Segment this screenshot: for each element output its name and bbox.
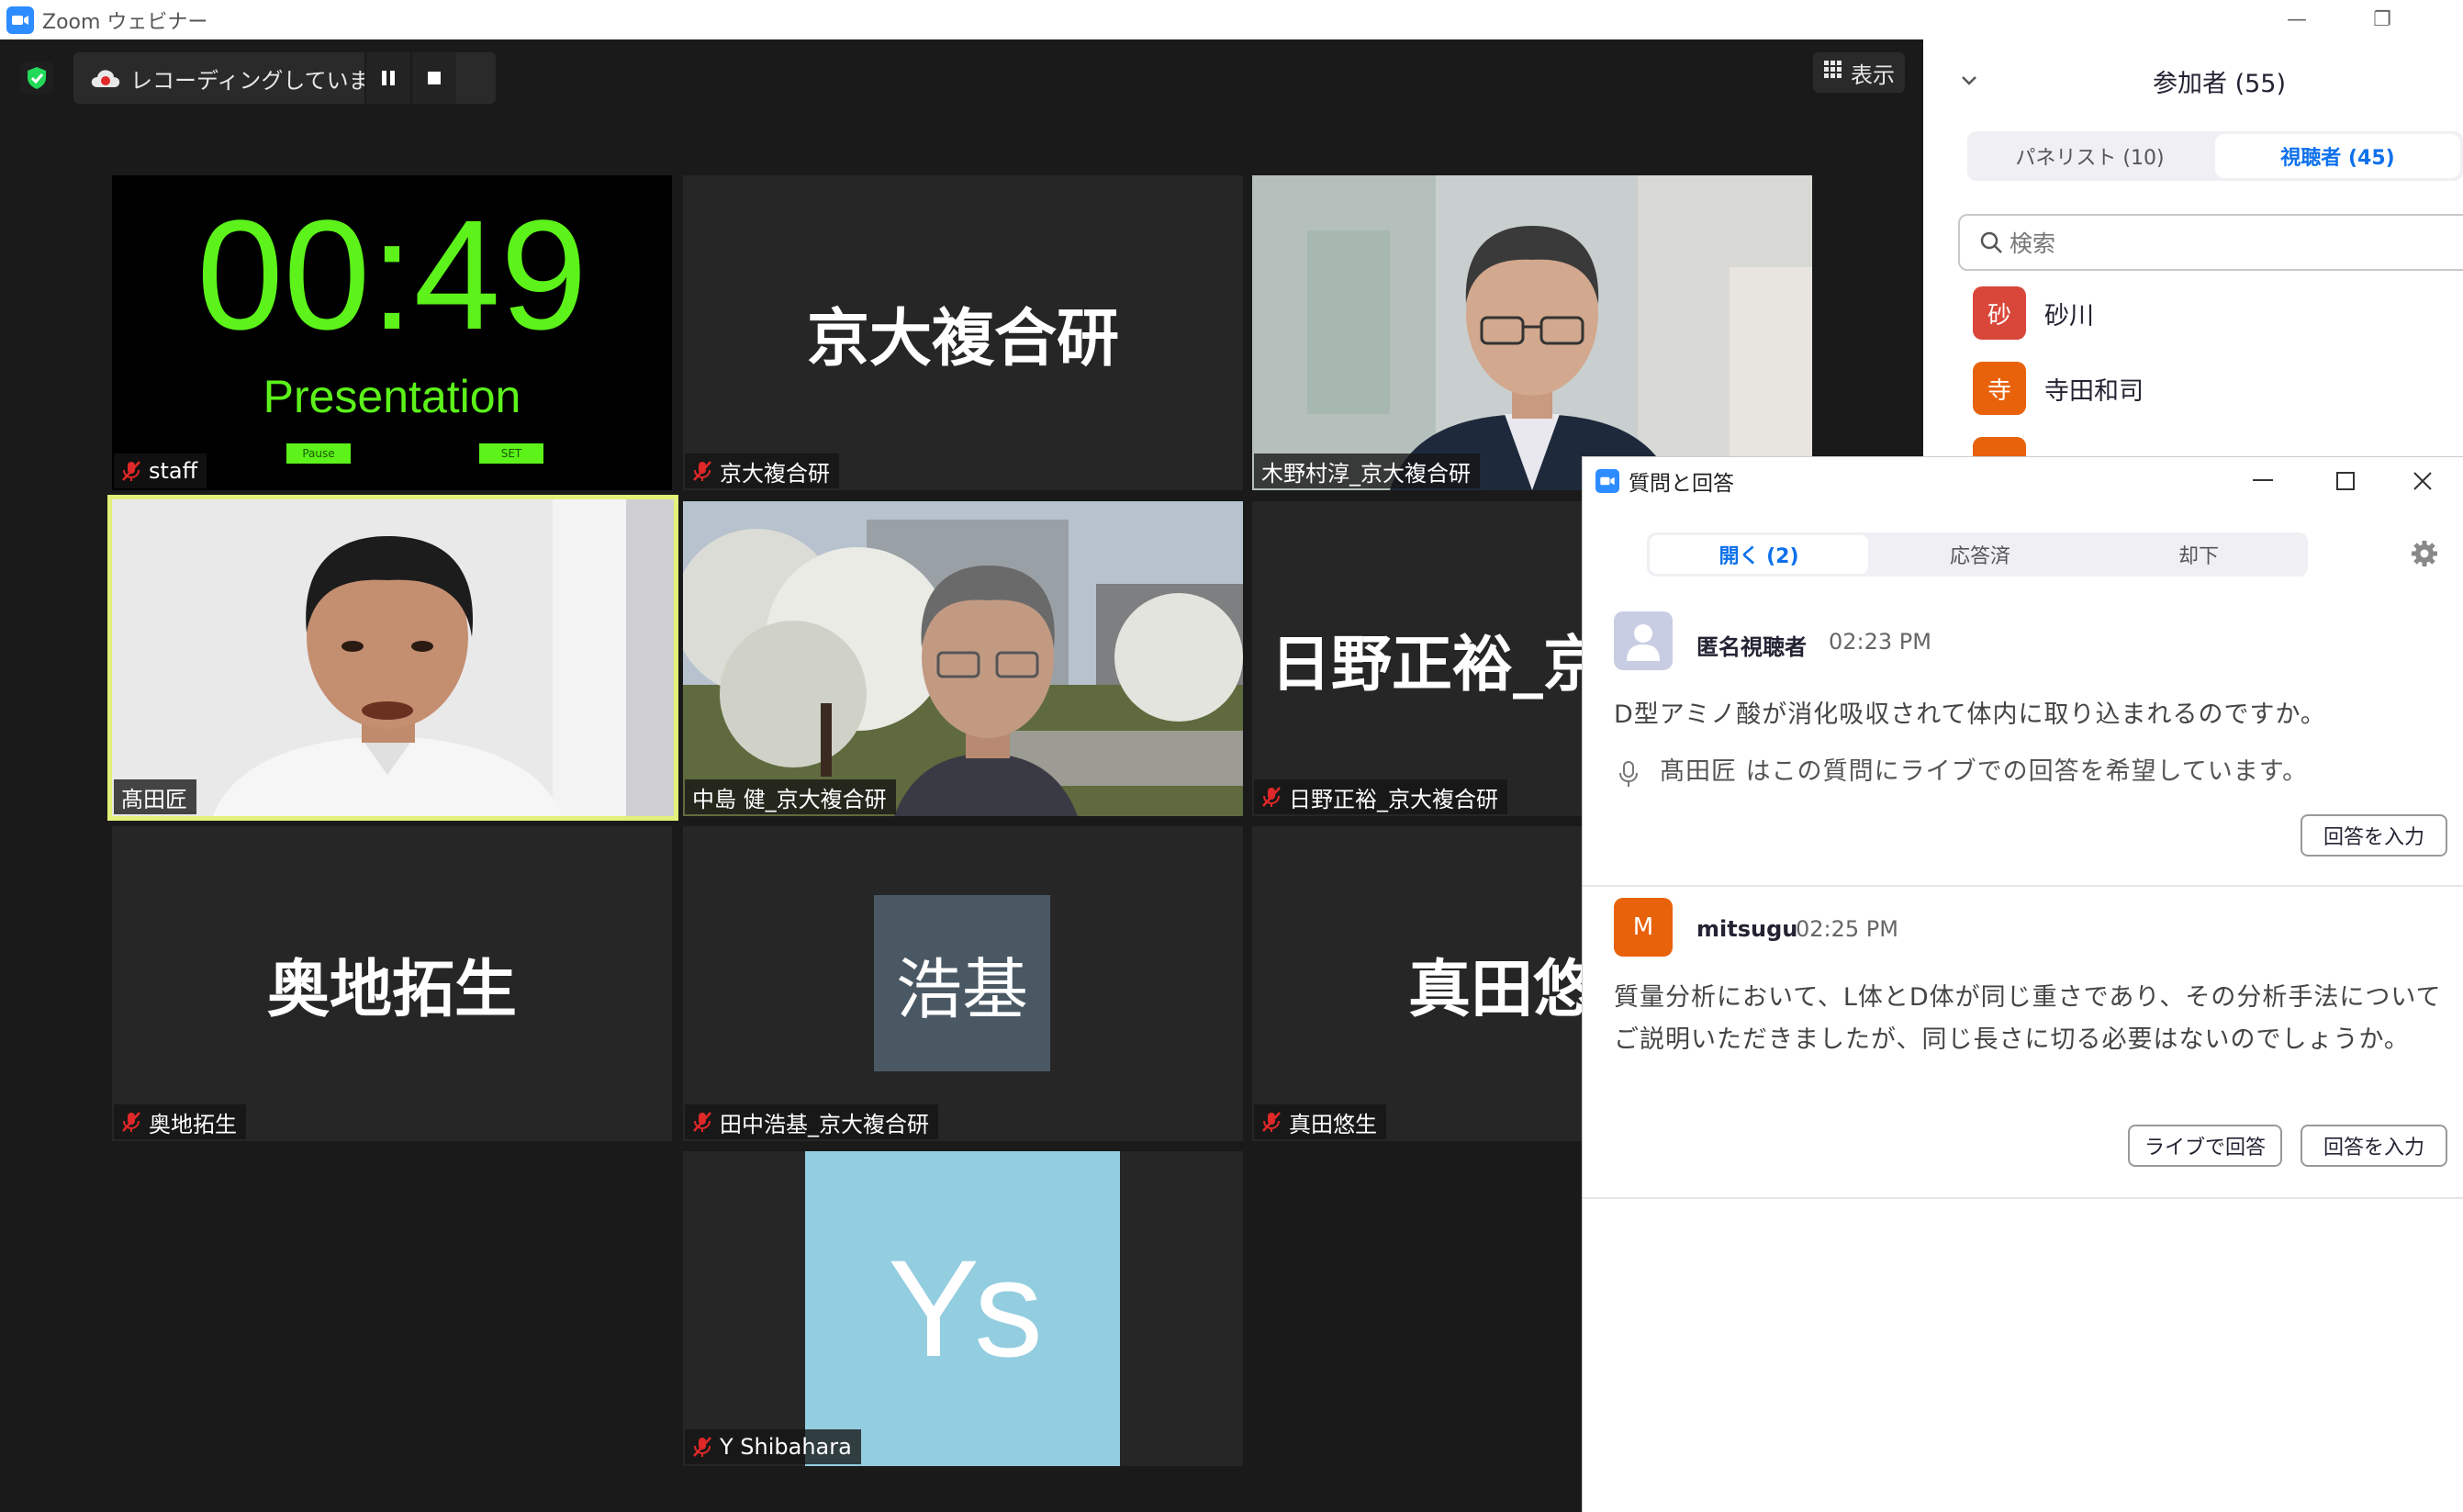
video-tile-staff[interactable]: 00:49 Presentation Pause SET staff [112,175,672,490]
video-tile-nakajima[interactable]: 中島 健_京大複合研 [683,501,1243,816]
participants-title: 参加者 (55) [2153,70,2287,98]
type-answer-button[interactable]: 回答を入力 [2301,814,2447,857]
mic-muted-icon [1262,787,1281,807]
question-text-line-2: ご説明いただきましたが、同じ長さに切る必要はないのでしょうか。 [1614,1025,2410,1054]
avatar: 砂 [1973,286,2026,340]
participant-row[interactable]: 砂 砂川 [1973,286,2094,341]
zoom-logo-icon [6,6,34,34]
qa-close-button[interactable] [2381,457,2463,505]
video-tile-tanaka[interactable]: 浩基 田中浩基_京大複合研 [683,826,1243,1141]
view-button-label: 表示 [1851,62,1895,88]
microphone-icon [1619,760,1638,791]
qa-tabs: 開く (2) 応答済 却下 [1647,532,2308,577]
avatar: 寺 [1973,362,2026,415]
restore-button[interactable]: ❐ [2345,0,2419,39]
avatar [1973,437,2026,457]
video-tile-kinomura[interactable]: 木野村淳_京大複合研 [1252,175,1812,490]
tab-answered[interactable]: 応答済 [1871,532,2089,577]
question-time: 02:23 PM [1829,629,1931,655]
qa-window: 質問と回答 開く (2) 応答済 却下 匿名視聴者 02:23 PM D型アミノ… [1582,456,2463,1512]
video-tile-okuchi[interactable]: 奥地拓生 奥地拓生 [112,826,672,1141]
tab-attendees[interactable]: 視聴者 (45) [2215,134,2460,178]
video-tile-kyoto[interactable]: 京大複合研 京大複合研 [683,175,1243,490]
tab-panelists[interactable]: パネリスト (10) [1967,131,2212,181]
video-tile-takada-active-speaker[interactable]: 髙田匠 [107,495,678,821]
participant-row[interactable]: 寺 寺田和司 [1973,361,2144,416]
participants-panel: 参加者 (55) パネリスト (10) 視聴者 (45) 検索 砂 砂川 寺 寺… [1923,39,2463,457]
grid-icon [1823,60,1843,85]
question-time: 02:25 PM [1796,916,1898,942]
search-placeholder: 検索 [2010,230,2056,257]
recording-bar: レコーディングしています... [73,52,496,104]
tab-dismissed[interactable]: 却下 [2089,532,2308,577]
tile-name-label: 真田悠生 [1254,1104,1386,1139]
minimize-button[interactable]: — [2260,0,2334,39]
tile-display-name: 奥地拓生 [266,954,517,1026]
timer-caption: Presentation [263,371,521,422]
tile-name-label: 奥地拓生 [114,1104,246,1139]
view-button[interactable]: 表示 [1813,52,1905,93]
participant-video-feed [112,499,674,816]
zoom-webinar-window: Zoom ウェビナー — ❐ レコーディングしています... 表示 [0,0,2463,1512]
title-bar: Zoom ウェビナー — ❐ [0,0,2463,39]
avatar: M [1614,898,1673,957]
window-title: Zoom ウェビナー [42,10,208,34]
mic-muted-icon [693,1112,711,1132]
participant-video-feed [1252,175,1812,490]
recording-status: レコーディングしています... [130,67,364,94]
gear-icon[interactable] [2409,538,2440,569]
question-text-line-1: 質量分析において、L体とD体が同じ重さであり、その分析手法について [1614,983,2442,1012]
qa-maximize-button[interactable] [2304,457,2387,505]
timer-display: 00:49 [196,188,588,363]
participant-search-input[interactable]: 検索 [1958,214,2463,271]
qa-minimize-button[interactable] [2222,457,2304,505]
avatar: 浩基 [874,895,1050,1071]
cloud-record-icon [90,66,121,90]
participant-video-feed [683,501,1243,816]
tile-name-label: 田中浩基_京大複合研 [685,1104,938,1139]
mic-muted-icon [693,1437,711,1457]
divider [1583,885,2463,887]
collapse-chevron-icon[interactable] [1960,69,1978,92]
mic-muted-icon [693,461,711,481]
video-tile-shibahara[interactable]: Ys Y Shibahara [683,1151,1243,1466]
answer-live-button[interactable]: ライブで回答 [2128,1125,2282,1167]
participant-name: 砂川 [2044,301,2094,330]
live-answer-request: 髙田匠 はこの質問にライブでの回答を希望しています。 [1660,757,2309,786]
type-answer-button[interactable]: 回答を入力 [2301,1125,2447,1167]
tile-display-name: 京大複合研 [806,303,1119,375]
qa-title: 質問と回答 [1629,472,1734,496]
avatar: Ys [805,1151,1120,1466]
tile-name-label: staff [114,454,207,488]
participant-name: 寺田和司 [2044,376,2144,406]
stop-recording-button[interactable] [410,52,456,104]
question-author: mitsugu [1696,916,1798,942]
mic-muted-icon [122,461,140,481]
participants-tabs: パネリスト (10) 視聴者 (45) [1967,131,2463,181]
anonymous-user-icon [1614,611,1673,670]
tile-name-label: 京大複合研 [685,454,839,488]
mic-muted-icon [1262,1112,1281,1132]
tile-name-label: 中島 健_京大複合研 [685,779,896,814]
tab-open[interactable]: 開く (2) [1650,535,1868,574]
tile-name-label: 木野村淳_京大複合研 [1254,454,1480,488]
timer-pause-button: Pause [286,443,351,464]
tile-name-label: 日野正裕_京大複合研 [1254,779,1507,814]
tile-name-label: Y Shibahara [685,1429,861,1464]
zoom-logo-icon [1595,469,1619,493]
pause-recording-button[interactable] [364,52,410,104]
qa-title-bar: 質問と回答 [1583,457,2463,505]
mic-muted-icon [122,1112,140,1132]
question-text: D型アミノ酸が消化吸収されて体内に取り込まれるのですか。 [1614,700,2326,729]
question-author: 匿名視聴者 [1696,634,1807,660]
search-icon [1980,231,2002,253]
timer-set-button: SET [479,443,543,464]
tile-name-label: 髙田匠 [114,779,196,814]
divider [1583,1197,2463,1199]
security-shield-icon[interactable] [20,62,53,95]
